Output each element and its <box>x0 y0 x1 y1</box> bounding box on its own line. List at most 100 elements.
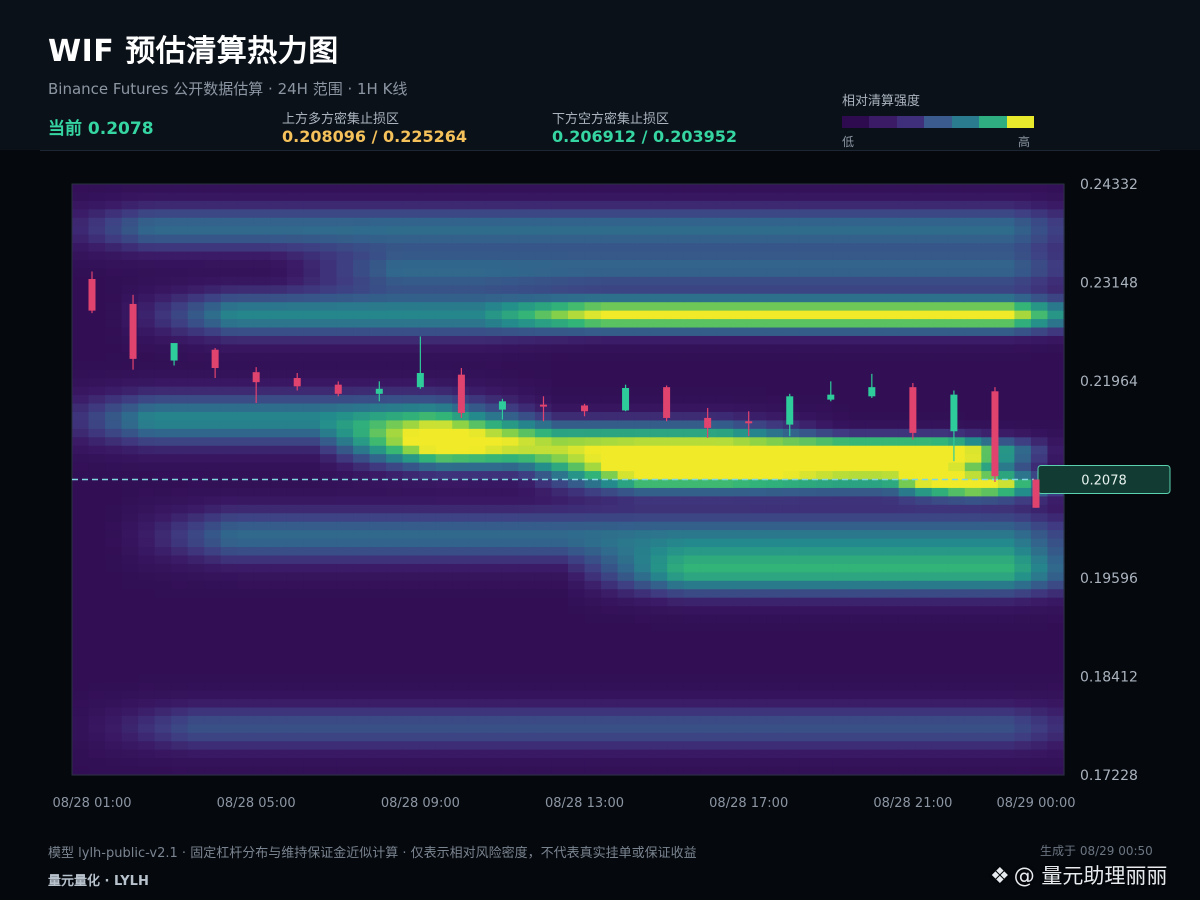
heatmap-cell <box>353 673 371 683</box>
heatmap-cell <box>171 707 189 717</box>
heatmap-cell <box>468 276 486 286</box>
heatmap-cell <box>816 192 834 202</box>
heatmap-cell <box>468 614 486 624</box>
heatmap-cell <box>286 724 305 734</box>
heatmap-cell <box>121 623 139 633</box>
heatmap-cell <box>402 327 420 337</box>
heatmap-cell <box>534 547 553 557</box>
heatmap-cell <box>501 184 519 194</box>
heatmap-cell <box>237 226 255 236</box>
heatmap-cell <box>816 226 834 236</box>
heatmap-cell <box>518 243 536 253</box>
heatmap-cell <box>220 268 238 278</box>
heatmap-cell <box>220 234 238 244</box>
heatmap-cell <box>766 428 784 438</box>
heatmap-cell <box>782 234 801 244</box>
heatmap-cell <box>204 234 222 244</box>
heatmap-cell <box>138 690 156 700</box>
heatmap-cell <box>88 707 106 717</box>
heatmap-cell <box>452 614 470 624</box>
heatmap-cell <box>204 200 222 210</box>
heatmap-cell <box>667 648 685 658</box>
heatmap-cell <box>551 538 569 548</box>
heatmap-cell <box>849 699 867 709</box>
heatmap-cell <box>501 251 519 261</box>
heatmap-cell <box>898 741 916 751</box>
heatmap-cell <box>617 614 635 624</box>
heatmap-cell <box>882 462 900 472</box>
heatmap-cell <box>584 276 602 286</box>
heatmap-cell <box>270 428 288 438</box>
heatmap-cell <box>303 766 321 776</box>
heatmap-cell <box>782 682 801 692</box>
heatmap-cell <box>584 285 602 295</box>
heatmap-cell <box>601 209 619 219</box>
heatmap-cell <box>419 226 437 236</box>
heatmap-cell <box>286 606 305 616</box>
heatmap-cell <box>832 259 850 270</box>
heatmap-cell <box>601 226 619 236</box>
heatmap-cell <box>865 614 883 624</box>
heatmap-cell <box>534 319 553 329</box>
heatmap-cell <box>617 293 635 303</box>
heatmap-cell <box>816 420 834 430</box>
heatmap-cell <box>683 589 701 599</box>
heatmap-cell <box>402 513 420 523</box>
heatmap-cell <box>997 251 1015 261</box>
heatmap-cell <box>931 243 949 253</box>
heatmap-cell <box>634 673 652 683</box>
lower-zone-value: 0.206912 / 0.203952 <box>552 127 737 146</box>
heatmap-cell <box>369 699 387 709</box>
heatmap-cell <box>419 411 437 421</box>
heatmap-cell <box>667 766 685 776</box>
heatmap-cell <box>964 428 982 438</box>
heatmap-cell <box>88 479 106 489</box>
heatmap-cell <box>898 327 916 337</box>
heatmap-cell <box>353 521 371 531</box>
heatmap-cell <box>584 648 602 658</box>
heatmap-cell <box>88 555 106 565</box>
heatmap-cell <box>468 496 486 506</box>
heatmap-cell <box>832 234 850 244</box>
heatmap-cell <box>88 521 106 531</box>
heatmap-cell <box>435 471 453 481</box>
heatmap-cell <box>187 276 205 286</box>
heatmap-cell <box>584 749 602 759</box>
heatmap-cell <box>187 758 205 768</box>
heatmap-cell <box>534 454 553 464</box>
heatmap-cell <box>634 276 652 286</box>
heatmap-cell <box>369 352 387 362</box>
heatmap-cell <box>964 445 982 455</box>
heatmap-cell <box>849 445 867 455</box>
heatmap-cell <box>1047 682 1065 692</box>
heatmap-cell <box>782 487 801 497</box>
heatmap-cell <box>601 682 619 692</box>
heatmap-cell <box>617 327 635 337</box>
heatmap-cell <box>997 563 1015 573</box>
heatmap-cell <box>353 724 371 734</box>
heatmap-cell <box>865 597 883 607</box>
heatmap-cell <box>634 614 652 624</box>
heatmap-cell <box>733 226 751 236</box>
heatmap-cell <box>931 200 949 210</box>
heatmap-cell <box>551 555 569 565</box>
heatmap-cell <box>402 276 420 286</box>
heatmap-cell <box>1047 538 1065 548</box>
candle-body <box>334 384 342 394</box>
heatmap-cell <box>981 200 999 210</box>
heatmap-cell <box>220 563 238 573</box>
heatmap-cell <box>303 361 321 371</box>
heatmap-cell <box>353 580 371 590</box>
heatmap-cell <box>518 361 536 371</box>
heatmap-cell <box>105 276 123 286</box>
heatmap-cell <box>683 226 701 236</box>
heatmap-cell <box>700 487 718 497</box>
heatmap-cell <box>402 699 420 709</box>
heatmap-cell <box>700 538 718 548</box>
heatmap-cell <box>650 327 668 337</box>
heatmap-cell <box>220 572 238 582</box>
heatmap-cell <box>1030 530 1049 540</box>
heatmap-cell <box>105 344 123 354</box>
heatmap-cell <box>518 530 536 540</box>
heatmap-cell <box>849 580 867 590</box>
